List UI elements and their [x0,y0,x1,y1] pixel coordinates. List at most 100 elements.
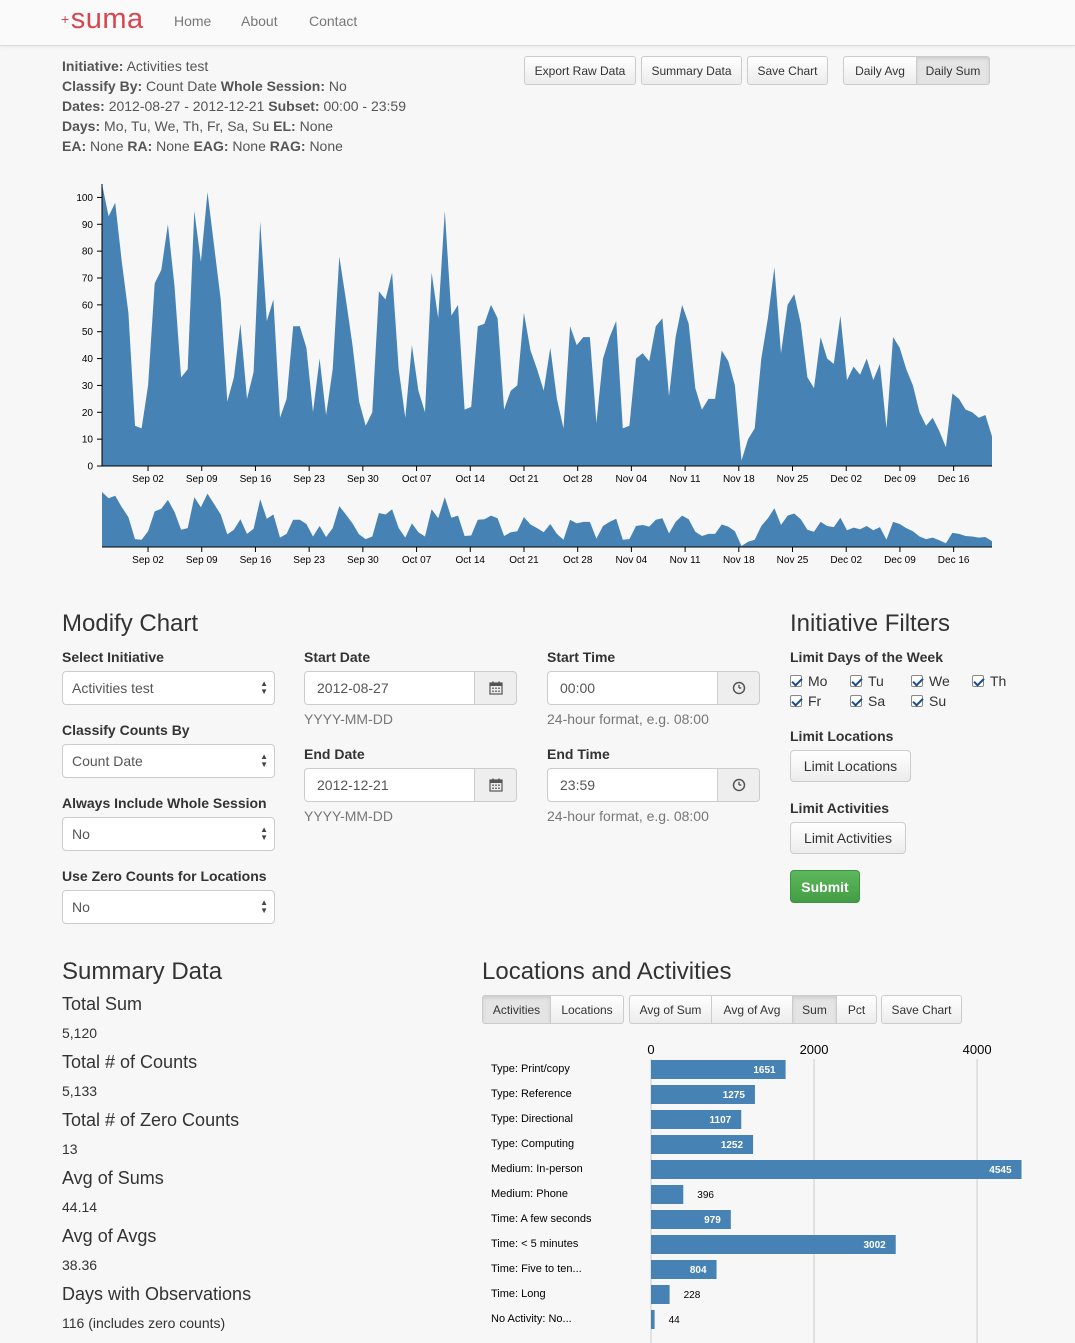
x-tick: Dec 02 [830,466,863,485]
start-date-label: Start Date [304,649,371,665]
context-area-series[interactable] [102,492,992,547]
x-tick: Sep 30 [347,466,379,485]
y-tick-label: 80 [82,247,94,258]
checkbox-checked-icon [790,675,802,687]
end-time-input[interactable]: 23:59 [547,768,718,802]
limit-locations-label: Limit Locations [790,728,894,744]
y-tick: 60 [82,300,102,311]
tab-sum[interactable]: Sum [793,995,837,1024]
bar-value-label: 3002 [863,1240,886,1251]
bar[interactable] [651,1310,655,1329]
submit-button[interactable]: Submit [790,870,860,903]
x-tick: Oct 07 [402,547,432,566]
save-bar-chart-button[interactable]: Save Chart [881,995,962,1024]
x-tick-label: Nov 18 [723,474,755,485]
tab-locations[interactable]: Locations [551,995,624,1024]
whole-session-dropdown[interactable]: No ▲ ▼ [62,817,275,851]
tab-activities[interactable]: Activities [482,995,551,1024]
x-tick-label: Oct 14 [456,474,486,485]
classify-counts-dropdown[interactable]: Count Date ▲ ▼ [62,744,275,778]
start-time-group: 00:00 [547,671,760,705]
limit-locations-button[interactable]: Limit Locations [790,750,911,782]
x-tick-label: Nov 25 [777,474,809,485]
x-tick: Sep 16 [240,547,272,566]
bar-value-label: 1275 [723,1090,746,1101]
zero-counts-dropdown[interactable]: No ▲ ▼ [62,890,275,924]
summary-label-total-sum: Total Sum [62,994,143,1014]
modify-chart-heading: Modify Chart [62,610,199,637]
bar-row[interactable]: Time: Five to ten... 804 [491,1260,717,1279]
bar-row[interactable]: Time: A few seconds 979 [491,1210,731,1229]
calendar-icon[interactable] [475,671,517,705]
bar[interactable] [651,1160,1022,1179]
x-tick: Sep 02 [132,547,164,566]
x-tick: Sep 09 [186,466,218,485]
day-checkbox-su[interactable]: Su [911,693,946,709]
y-tick-label: 100 [76,193,93,204]
day-label: We [929,673,950,689]
checkbox-checked-icon [911,675,923,687]
bar-value-label: 228 [684,1290,701,1301]
bar-category-label: Time: Long [491,1288,546,1300]
bar-row[interactable]: Time: Long 228 [491,1285,701,1304]
tab-pct[interactable]: Pct [837,995,877,1024]
bar-row[interactable]: Medium: Phone 396 [491,1185,714,1204]
limit-activities-button[interactable]: Limit Activities [790,822,906,854]
summary-data-heading: Summary Data [62,958,223,985]
y-tick: 70 [82,274,102,285]
y-tick: 100 [76,193,102,204]
summary-label-total-counts: Total # of Counts [62,1052,198,1072]
bar-row[interactable]: Type: Reference 1275 [491,1085,755,1104]
x-tick-label: Nov 11 [670,474,701,485]
bar[interactable] [651,1285,670,1304]
bar[interactable] [651,1260,717,1279]
bar-row[interactable]: Time: < 5 minutes 3002 [491,1235,896,1254]
day-checkbox-we[interactable]: We [911,673,950,689]
tab-avg-of-sum[interactable]: Avg of Sum [629,995,712,1024]
main-area-series [102,184,992,466]
x-tick: Sep 23 [293,466,325,485]
clock-icon[interactable] [718,671,760,705]
select-value: No [72,826,90,842]
bar-row[interactable]: Type: Print/copy 1651 [491,1060,786,1079]
day-checkbox-th[interactable]: Th [972,673,1006,689]
x-tick: Sep 02 [132,466,164,485]
x-tick: Oct 21 [509,466,539,485]
checkbox-checked-icon [850,675,862,687]
bar-row[interactable]: No Activity: No... 44 [491,1310,680,1329]
start-date-input[interactable]: 2012-08-27 [304,671,475,705]
x-tick: Oct 21 [509,547,539,566]
bar-row[interactable]: Medium: In-person 4545 [491,1160,1022,1179]
bar-row[interactable]: Type: Computing 1252 [491,1135,754,1154]
select-initiative-dropdown[interactable]: Activities test ▲ ▼ [62,671,275,705]
x-tick: Oct 14 [456,466,486,485]
bar-category-label: Type: Directional [491,1113,573,1125]
select-arrows-icon: ▲ ▼ [260,679,268,696]
x-tick: Nov 04 [616,547,648,566]
day-checkbox-mo[interactable]: Mo [790,673,827,689]
day-checkbox-sa[interactable]: Sa [850,693,885,709]
bar[interactable] [651,1185,684,1204]
y-tick-label: 70 [82,274,94,285]
bar-category-label: Type: Computing [491,1138,574,1150]
x-tick-label: Nov 11 [670,555,701,566]
select-arrows-icon: ▲ ▼ [260,752,268,769]
bar-row[interactable]: Type: Directional 1107 [491,1110,742,1129]
bar-category-label: Medium: Phone [491,1188,568,1200]
bar-value-label: 396 [697,1190,714,1201]
x-tick: Nov 18 [723,466,755,485]
day-checkbox-tu[interactable]: Tu [850,673,884,689]
x-tick: Dec 02 [830,547,863,566]
day-checkbox-fr[interactable]: Fr [790,693,821,709]
select-value: Activities test [72,680,154,696]
x-tick: Dec 16 [938,466,970,485]
calendar-icon[interactable] [475,768,517,802]
bar[interactable] [651,1235,896,1254]
x-tick: Sep 23 [293,547,325,566]
select-value: Count Date [72,753,143,769]
locations-activities-bar-chart: 0 2000 4000 Type: Print/copy 1651 Type: Refe… [491,1042,1022,1343]
clock-icon[interactable] [718,768,760,802]
end-date-input[interactable]: 2012-12-21 [304,768,475,802]
tab-avg-of-avg[interactable]: Avg of Avg [712,995,793,1024]
start-time-input[interactable]: 00:00 [547,671,718,705]
